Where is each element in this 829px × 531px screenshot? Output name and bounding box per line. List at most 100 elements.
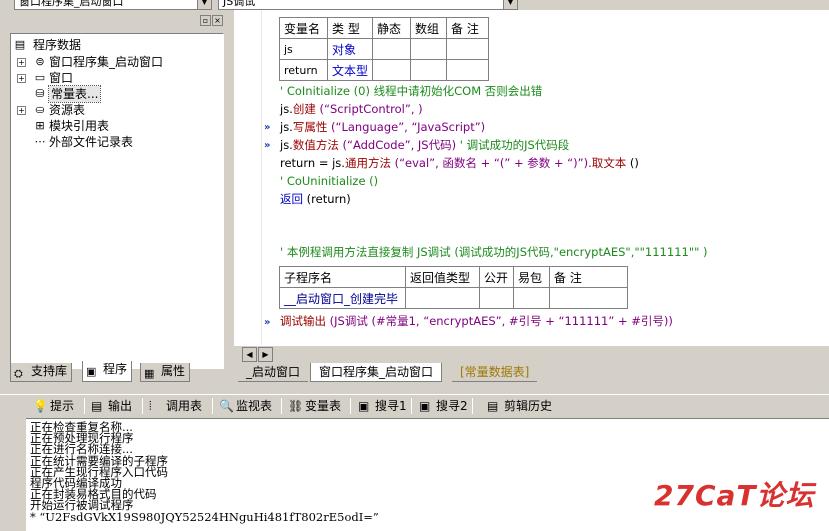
tab-watch[interactable]: 🔍 监视表: [216, 397, 272, 415]
tab-variables[interactable]: ⛓ 变量表: [285, 397, 341, 415]
separator: [472, 398, 473, 414]
class-selector-combo[interactable]: 窗口程序集_启动窗口 ▼: [14, 0, 212, 10]
code-token: js.: [280, 138, 293, 152]
cell: [410, 59, 448, 81]
project-tree[interactable]: ▤ 程序数据 + ⊜ 窗口程序集_启动窗口 + ▭ 窗口 ⛁ 常量表... + …: [10, 33, 224, 369]
code-line[interactable]: 返回 (return): [280, 191, 351, 208]
breakpoint-arrow-icon[interactable]: »: [264, 140, 271, 151]
code-line[interactable]: return = js.通用方法 (“eval”, 函数名 + “(” + 参数…: [280, 155, 639, 172]
tab-constant-data[interactable]: [常量数据表]: [452, 363, 538, 382]
col-header: 类 型: [326, 17, 374, 39]
window-icon: ▭: [34, 71, 46, 84]
call-table-icon: ⦙: [149, 399, 152, 413]
subroutine-selector-combo[interactable]: JS调试 ▼: [218, 0, 518, 10]
code-token: 调试输出: [280, 314, 326, 328]
col-header: 静态: [372, 17, 412, 39]
tree-item-label: 模块引用表: [49, 119, 110, 133]
cell: [410, 38, 448, 60]
code-line-comment[interactable]: ' CoInitialize (0) 线程中请初始化COM 否则会出错: [280, 83, 542, 100]
code-line[interactable]: js.写属性 (“Language”, “JavaScript”): [280, 119, 485, 136]
resource-icon: ⛀: [35, 103, 45, 116]
clip-history-icon: ▤: [487, 399, 499, 413]
tree-item-label: 常量表...: [47, 85, 102, 103]
chevron-down-icon[interactable]: ▼: [503, 0, 517, 9]
tab-label: 输出: [108, 399, 133, 413]
table-row[interactable]: return 文本型: [279, 59, 490, 81]
code-token: 取文本: [591, 156, 627, 170]
code-editor[interactable]: 变量名 类 型 静态 数组 备 注 js 对象 return 文本型 ' CoI…: [234, 10, 829, 345]
code-token: (“Language”, “JavaScript”): [327, 120, 486, 134]
cell: 文本型: [326, 59, 374, 81]
tab-label: 搜寻1: [375, 399, 407, 413]
panel-header: ▫ ×: [8, 13, 224, 27]
tab-label: 支持库: [31, 364, 68, 378]
close-icon[interactable]: ×: [212, 15, 223, 26]
cell: [405, 287, 480, 309]
separator: [350, 398, 351, 414]
tab-label: 搜寻2: [436, 399, 468, 413]
table-row[interactable]: js 对象: [279, 38, 490, 60]
file-record-icon: ⋯: [34, 135, 46, 148]
code-token: 通用方法: [344, 156, 391, 170]
code-token: (JS调试 (#常量1, “encryptAES”, #引号 + “111111…: [326, 314, 673, 328]
tab-support-library[interactable]: ⛭ 支持库: [10, 363, 73, 382]
col-header: 公开: [479, 266, 514, 288]
cell: js: [279, 38, 328, 60]
support-library-icon: ⛭: [14, 367, 23, 380]
tab-search1[interactable]: ▣ 搜寻1: [355, 397, 407, 415]
code-line-comment[interactable]: ' 本例程调用方法直接复制 JS调试 (调试成功的JS代码,"encryptAE…: [280, 244, 708, 261]
col-header: 变量名: [279, 17, 328, 39]
expand-icon[interactable]: +: [17, 58, 26, 67]
expand-icon[interactable]: +: [17, 106, 26, 115]
cell: __启动窗口_创建完毕: [279, 287, 406, 309]
horizontal-scrollbar[interactable]: ◀ ▶: [234, 345, 829, 362]
tab-clip-history[interactable]: ▤ 剪辑历史: [484, 397, 552, 415]
scroll-left-icon[interactable]: ◀: [242, 347, 257, 362]
variable-icon: ⛓: [288, 399, 304, 413]
expand-icon[interactable]: +: [17, 74, 26, 83]
module-ref-icon: ⊞: [35, 119, 45, 132]
tab-properties[interactable]: ▦ 属性: [140, 363, 191, 382]
editor-gutter: [234, 10, 262, 345]
code-line[interactable]: js.创建 (“ScriptControl”, ): [280, 101, 423, 118]
separator: [281, 398, 282, 414]
table-row[interactable]: __启动窗口_创建完毕: [279, 287, 628, 309]
col-header: 数组: [410, 17, 448, 39]
breakpoint-arrow-icon[interactable]: »: [264, 122, 271, 133]
col-header: 易包: [513, 266, 550, 288]
tab-program[interactable]: ▣ 程序: [82, 361, 133, 382]
col-header: 返回值类型: [405, 266, 480, 288]
separator: [142, 398, 143, 414]
breakpoint-arrow-icon[interactable]: »: [264, 317, 271, 328]
separator: [84, 398, 85, 414]
code-line-comment[interactable]: ' CoUninitialize (): [280, 173, 378, 190]
tab-call-table[interactable]: ⦙ 调用表: [146, 397, 202, 415]
cell: [372, 59, 412, 81]
variable-table: 变量名 类 型 静态 数组 备 注 js 对象 return 文本型: [279, 17, 490, 81]
col-header: 备 注: [549, 266, 628, 288]
tab-output[interactable]: ▤ 输出: [88, 397, 132, 415]
cell: [446, 59, 490, 81]
tab-hint[interactable]: 💡 提示: [30, 397, 74, 415]
code-token: (): [626, 156, 639, 170]
scroll-right-icon[interactable]: ▶: [258, 347, 273, 362]
cell: [549, 287, 628, 309]
tree-item-label: 资源表: [49, 103, 86, 117]
output-icon: ▤: [91, 399, 103, 413]
top-bar: 窗口程序集_启动窗口 ▼ JS调试 ▼: [0, 0, 829, 10]
code-token: (return): [303, 192, 351, 206]
tab-startup-window[interactable]: _启动窗口: [238, 363, 309, 382]
code-token: ' 调试成功的JS代码段: [459, 138, 570, 152]
watermark-logo: 27CaT论坛: [654, 479, 815, 512]
tab-label: 提示: [50, 399, 75, 413]
constant-icon: ⛁: [35, 87, 45, 100]
search1-icon: ▣: [358, 399, 370, 413]
output-line: 正在预处理现行程序: [30, 431, 134, 446]
tab-window-module[interactable]: 窗口程序集_启动窗口: [310, 363, 443, 382]
code-line[interactable]: 调试输出 (JS调试 (#常量1, “encryptAES”, #引号 + “1…: [280, 313, 673, 330]
chevron-down-icon[interactable]: ▼: [197, 0, 211, 9]
tab-search2[interactable]: ▣ 搜寻2: [416, 397, 468, 415]
code-line[interactable]: js.数值方法 (“AddCode”, JS代码) ' 调试成功的JS代码段: [280, 137, 569, 154]
subroutine-table: 子程序名 返回值类型 公开 易包 备 注 __启动窗口_创建完毕: [279, 266, 628, 309]
pin-icon[interactable]: ▫: [200, 15, 211, 26]
